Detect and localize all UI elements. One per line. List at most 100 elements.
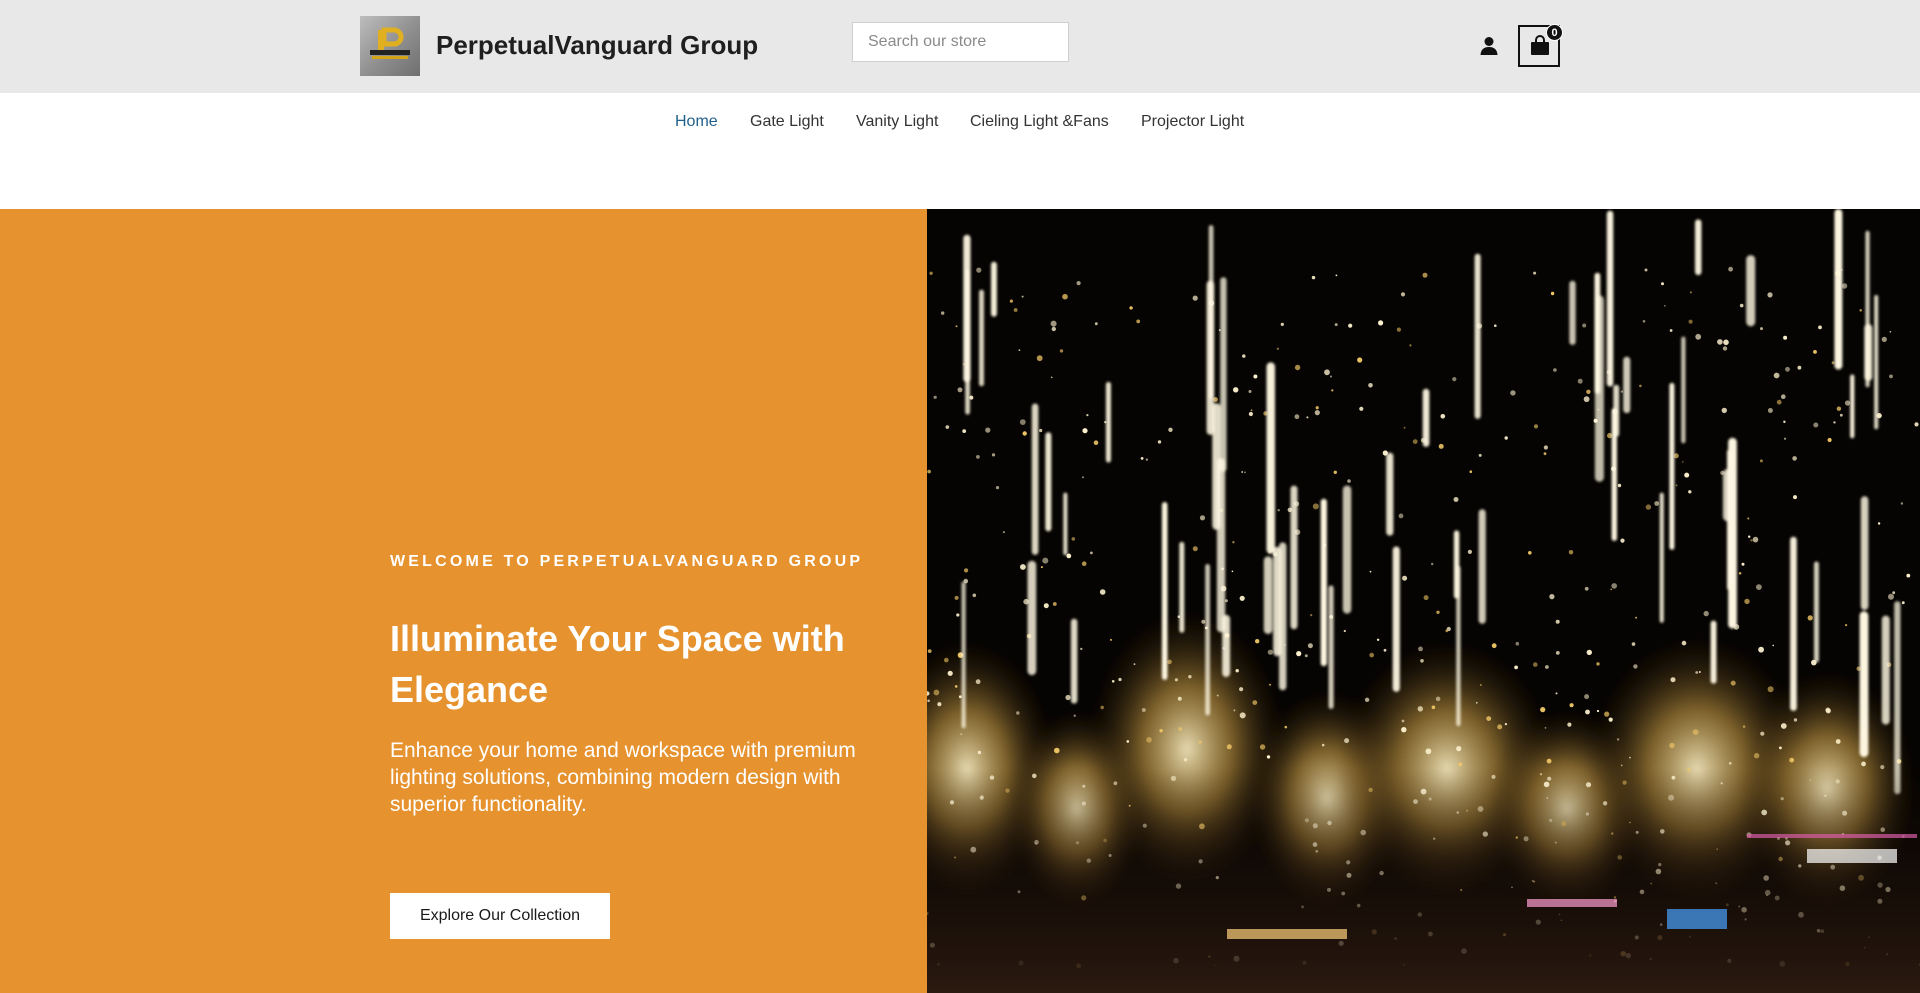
- twinkle-light-decoration: [962, 429, 967, 433]
- twinkle-light-decoration: [1756, 584, 1762, 590]
- meteor-tube-decoration: [1220, 277, 1227, 472]
- explore-collection-button[interactable]: Explore Our Collection: [390, 893, 610, 939]
- meteor-tube-decoration: [1594, 295, 1604, 482]
- twinkle-light-decoration: [1835, 739, 1841, 744]
- twinkle-light-decoration: [1059, 349, 1064, 353]
- twinkle-light-decoration: [1760, 327, 1763, 331]
- twinkle-light-decoration: [1673, 453, 1679, 459]
- twinkle-light-decoration: [1818, 325, 1822, 330]
- meteor-tube-decoration: [1161, 502, 1168, 680]
- twinkle-light-decoration: [941, 311, 945, 315]
- meteor-tube-decoration: [991, 261, 997, 317]
- cart-button[interactable]: 0: [1518, 24, 1563, 67]
- twinkle-light-decoration: [1610, 588, 1613, 591]
- twinkle-light-decoration: [1889, 374, 1893, 379]
- store-name[interactable]: PerpetualVanguard Group: [436, 30, 758, 61]
- twinkle-light-decoration: [1744, 598, 1750, 605]
- twinkle-light-decoration: [1178, 727, 1183, 731]
- nav-item-projector-light[interactable]: Projector Light: [1141, 113, 1244, 131]
- twinkle-light-decoration: [1080, 647, 1083, 651]
- twinkle-light-decoration: [1400, 292, 1406, 297]
- twinkle-light-decoration: [1364, 697, 1370, 702]
- twinkle-light-decoration: [1901, 601, 1905, 605]
- nav-item-vanity-light[interactable]: Vanity Light: [856, 113, 938, 131]
- store-logo[interactable]: [360, 16, 420, 76]
- twinkle-light-decoration: [976, 455, 980, 459]
- twinkle-light-decoration: [1420, 659, 1424, 663]
- twinkle-light-decoration: [1841, 283, 1848, 289]
- meteor-tube-decoration: [1063, 492, 1068, 556]
- twinkle-light-decoration: [1021, 295, 1024, 298]
- twinkle-light-decoration: [1231, 570, 1234, 573]
- twinkle-light-decoration: [1252, 700, 1258, 705]
- twinkle-light-decoration: [1644, 268, 1648, 272]
- twinkle-light-decoration: [1569, 703, 1574, 708]
- hero-headline: Illuminate Your Space with Elegance: [390, 618, 845, 710]
- twinkle-light-decoration: [1608, 717, 1613, 722]
- hero-subtext: Enhance your home and workspace with pre…: [390, 739, 856, 816]
- twinkle-light-decoration: [995, 486, 1000, 490]
- twinkle-light-decoration: [1480, 684, 1482, 686]
- twinkle-light-decoration: [1728, 266, 1733, 272]
- twinkle-light-decoration: [1781, 394, 1786, 399]
- twinkle-light-decoration: [1019, 419, 1026, 425]
- meteor-tube-decoration: [1263, 556, 1273, 634]
- nav-item-home[interactable]: Home: [675, 113, 718, 131]
- meteor-tube-decoration: [1027, 560, 1037, 676]
- twinkle-light-decoration: [1396, 327, 1401, 332]
- floor-light-decoration: [1747, 834, 1917, 838]
- twinkle-light-decoration: [1314, 410, 1320, 416]
- twinkle-light-decoration: [1813, 422, 1819, 428]
- twinkle-light-decoration: [1239, 712, 1246, 719]
- twinkle-light-decoration: [1555, 651, 1560, 655]
- twinkle-light-decoration: [1167, 659, 1172, 665]
- nav-item-gate-light[interactable]: Gate Light: [750, 113, 824, 131]
- twinkle-light-decoration: [1543, 452, 1547, 456]
- twinkle-light-decoration: [1730, 680, 1736, 686]
- twinkle-light-decoration: [1378, 320, 1384, 326]
- meteor-tube-decoration: [1266, 362, 1275, 554]
- twinkle-light-decoration: [1348, 323, 1353, 328]
- twinkle-light-decoration: [937, 702, 942, 707]
- twinkle-light-decoration: [1682, 461, 1684, 463]
- twinkle-light-decoration: [1009, 299, 1013, 303]
- twinkle-light-decoration: [1642, 320, 1646, 323]
- twinkle-light-decoration: [1550, 291, 1555, 296]
- twinkle-light-decoration: [1438, 443, 1444, 449]
- twinkle-light-decoration: [1423, 595, 1429, 601]
- twinkle-light-decoration: [1233, 709, 1236, 712]
- twinkle-light-decoration: [957, 387, 963, 393]
- search-input[interactable]: [852, 22, 1069, 62]
- twinkle-light-decoration: [1583, 396, 1590, 403]
- twinkle-light-decoration: [1877, 522, 1881, 525]
- user-icon[interactable]: [1478, 35, 1500, 57]
- twinkle-light-decoration: [1759, 459, 1763, 463]
- twinkle-light-decoration: [1082, 476, 1084, 479]
- meteor-tube-decoration: [1342, 485, 1352, 614]
- twinkle-light-decoration: [1244, 471, 1246, 474]
- meteor-tube-decoration: [1179, 541, 1185, 633]
- twinkle-light-decoration: [1669, 329, 1673, 332]
- twinkle-light-decoration: [1753, 753, 1760, 759]
- meteor-tube-decoration: [1659, 492, 1664, 623]
- twinkle-light-decoration: [1062, 293, 1068, 300]
- twinkle-light-decoration: [1780, 723, 1787, 729]
- twinkle-light-decoration: [1248, 390, 1252, 393]
- twinkle-light-decoration: [1401, 727, 1407, 733]
- twinkle-light-decoration: [1688, 490, 1692, 494]
- twinkle-light-decoration: [1698, 671, 1701, 673]
- twinkle-light-decoration: [933, 395, 937, 399]
- twinkle-light-decoration: [1357, 357, 1363, 363]
- twinkle-light-decoration: [1577, 378, 1583, 384]
- twinkle-light-decoration: [964, 568, 969, 573]
- meteor-tube-decoration: [1722, 469, 1732, 522]
- twinkle-light-decoration: [1174, 678, 1178, 682]
- twinkle-light-decoration: [1458, 762, 1463, 767]
- nav-item-ceiling-light-fans[interactable]: Cieling Light &Fans: [970, 113, 1109, 131]
- twinkle-light-decoration: [1066, 553, 1072, 559]
- twinkle-light-decoration: [1611, 583, 1617, 589]
- twinkle-light-decoration: [1681, 640, 1687, 646]
- twinkle-light-decoration: [1722, 346, 1728, 351]
- meteor-tube-decoration: [1320, 498, 1327, 667]
- twinkle-light-decoration: [1266, 755, 1271, 759]
